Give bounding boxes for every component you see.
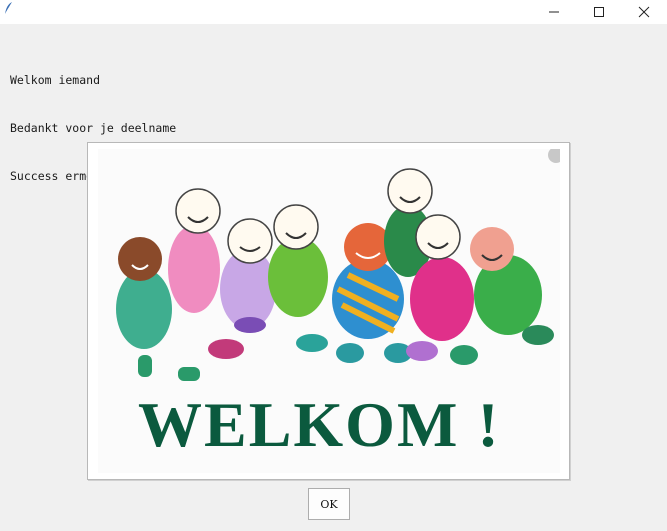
welcome-banner-text: WELKOM !	[138, 389, 501, 460]
message-line-thanks: Bedankt voor je deelname	[10, 121, 177, 135]
close-button[interactable]	[621, 0, 667, 24]
minimize-icon	[549, 11, 559, 13]
minimize-button[interactable]	[531, 0, 577, 24]
maximize-icon	[594, 7, 604, 17]
ok-button[interactable]: OK	[308, 488, 350, 520]
feather-app-icon	[5, 2, 12, 14]
close-icon	[638, 6, 650, 18]
message-line-welcome: Welkom iemand	[10, 73, 101, 87]
maximize-button[interactable]	[576, 0, 622, 24]
welcome-image-frame: WELKOM !	[87, 142, 570, 480]
children-illustration	[116, 149, 560, 381]
welcome-image: WELKOM !	[98, 149, 560, 473]
title-bar	[0, 0, 667, 24]
